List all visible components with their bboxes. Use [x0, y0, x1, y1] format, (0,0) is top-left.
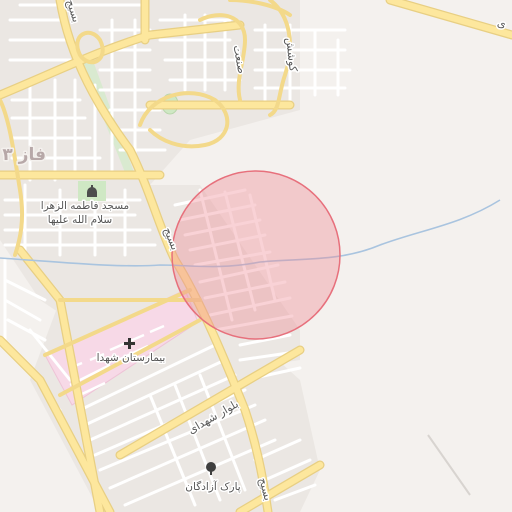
mosque-label-line1: مسجد فاطمه الزهرا	[41, 200, 129, 212]
park-label: پارک آزادگان	[185, 480, 240, 493]
map-canvas[interactable]: فاز ۳ ی بسیج صنعت کوشش بسیج بلوار شهدای …	[0, 0, 512, 512]
hospital-label: بیمارستان شهدا	[97, 352, 166, 364]
highlight-circle[interactable]	[171, 170, 341, 340]
mosque-label-line2: سلام الله علیها	[48, 214, 112, 226]
mosque-icon	[78, 181, 106, 201]
district-label: فاز ۳	[2, 145, 46, 165]
